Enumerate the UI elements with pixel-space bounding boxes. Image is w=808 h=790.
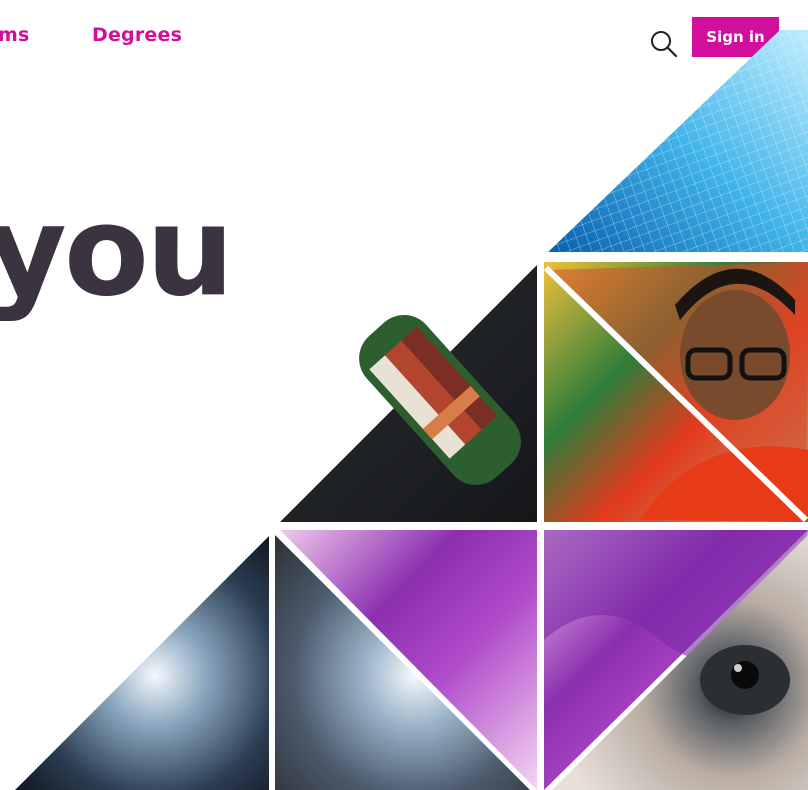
cargo-ship-tile [280, 265, 537, 522]
wireframe-face-tile [548, 30, 808, 252]
hero-collage [15, 30, 808, 790]
